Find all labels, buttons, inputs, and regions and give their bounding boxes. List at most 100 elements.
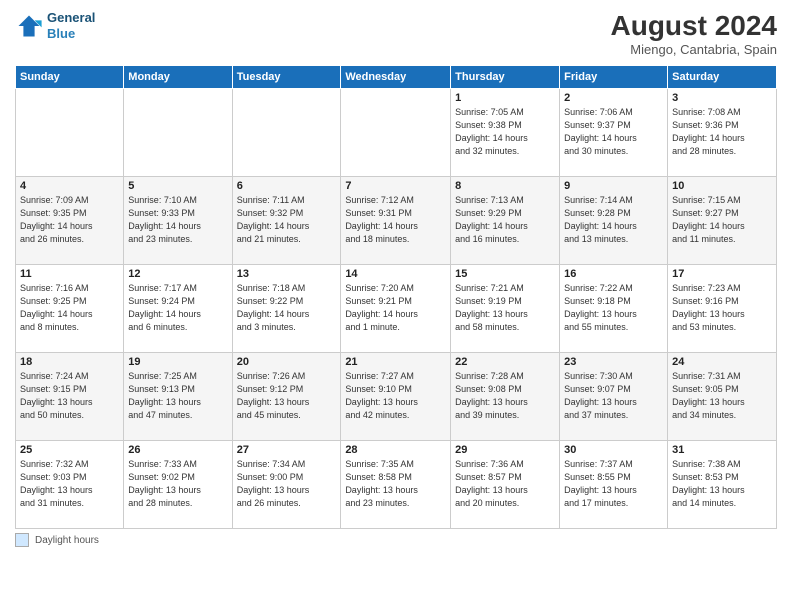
day-number: 31 <box>672 444 772 456</box>
header-row: SundayMondayTuesdayWednesdayThursdayFrid… <box>16 66 777 89</box>
day-number: 20 <box>237 356 337 368</box>
day-number: 2 <box>564 92 663 104</box>
calendar-header: SundayMondayTuesdayWednesdayThursdayFrid… <box>16 66 777 89</box>
day-info: Sunrise: 7:11 AM Sunset: 9:32 PM Dayligh… <box>237 194 337 246</box>
calendar-cell: 3Sunrise: 7:08 AM Sunset: 9:36 PM Daylig… <box>668 89 777 177</box>
header-cell-saturday: Saturday <box>668 66 777 89</box>
calendar-cell: 11 Sunrise: 7:16 AM Sunset: 9:25 PM Dayli… <box>16 265 124 353</box>
day-number: 13 <box>237 268 337 280</box>
calendar-cell: 30 Sunrise: 7:37 AM Sunset: 8:55 PM Dayli… <box>560 441 668 529</box>
day-number: 28 <box>345 444 446 456</box>
calendar-cell: 25 Sunrise: 7:32 AM Sunset: 9:03 PM Dayli… <box>16 441 124 529</box>
day-info: Sunrise: 7:24 AM Sunset: 9:15 PM Dayligh… <box>20 370 119 422</box>
day-info: Sunrise: 7:26 AM Sunset: 9:12 PM Dayligh… <box>237 370 337 422</box>
calendar-cell: 16Sunrise: 7:22 AM Sunset: 9:18 PM Dayli… <box>560 265 668 353</box>
day-info: Sunrise: 7:31 AM Sunset: 9:05 PM Dayligh… <box>672 370 772 422</box>
footer: Daylight hours <box>15 533 777 547</box>
day-info: Sunrise: 7:33 AM Sunset: 9:02 PM Dayligh… <box>128 458 227 510</box>
day-info: Sunrise: 7:20 AM Sunset: 9:21 PM Dayligh… <box>345 282 446 334</box>
day-info: Sunrise: 7:13 AM Sunset: 9:29 PM Dayligh… <box>455 194 555 246</box>
day-info: Sunrise: 7:37 AM Sunset: 8:55 PM Dayligh… <box>564 458 663 510</box>
day-info: Sunrise: 7:17 AM Sunset: 9:24 PM Dayligh… <box>128 282 227 334</box>
day-number: 26 <box>128 444 227 456</box>
day-number: 22 <box>455 356 555 368</box>
calendar-cell: 14Sunrise: 7:20 AM Sunset: 9:21 PM Dayli… <box>341 265 451 353</box>
day-info: Sunrise: 7:36 AM Sunset: 8:57 PM Dayligh… <box>455 458 555 510</box>
day-number: 23 <box>564 356 663 368</box>
day-number: 9 <box>564 180 663 192</box>
calendar-cell: 31 Sunrise: 7:38 AM Sunset: 8:53 PM Dayli… <box>668 441 777 529</box>
calendar-cell: 7Sunrise: 7:12 AM Sunset: 9:31 PM Daylig… <box>341 177 451 265</box>
day-number: 25 <box>20 444 119 456</box>
day-info: Sunrise: 7:12 AM Sunset: 9:31 PM Dayligh… <box>345 194 446 246</box>
day-number: 3 <box>672 92 772 104</box>
calendar-cell: 1 Sunrise: 7:05 AM Sunset: 9:38 PM Daylig… <box>451 89 560 177</box>
calendar-cell: 13 Sunrise: 7:18 AM Sunset: 9:22 PM Dayli… <box>232 265 341 353</box>
day-info: Sunrise: 7:16 AM Sunset: 9:25 PM Dayligh… <box>20 282 119 334</box>
calendar-cell: 19 Sunrise: 7:25 AM Sunset: 9:13 PM Dayli… <box>124 353 232 441</box>
calendar-cell: 28 Sunrise: 7:35 AM Sunset: 8:58 PM Dayli… <box>341 441 451 529</box>
day-info: Sunrise: 7:38 AM Sunset: 8:53 PM Dayligh… <box>672 458 772 510</box>
calendar-cell <box>341 89 451 177</box>
day-info: Sunrise: 7:35 AM Sunset: 8:58 PM Dayligh… <box>345 458 446 510</box>
logo-line2: Blue <box>47 26 75 41</box>
calendar-cell: 6Sunrise: 7:11 AM Sunset: 9:32 PM Daylig… <box>232 177 341 265</box>
calendar-cell: 2Sunrise: 7:06 AM Sunset: 9:37 PM Daylig… <box>560 89 668 177</box>
daylight-legend-label: Daylight hours <box>35 535 99 546</box>
day-number: 11 <box>20 268 119 280</box>
title-block: August 2024 Miengo, Cantabria, Spain <box>611 10 778 57</box>
calendar-cell: 29 Sunrise: 7:36 AM Sunset: 8:57 PM Dayli… <box>451 441 560 529</box>
day-info: Sunrise: 7:05 AM Sunset: 9:38 PM Dayligh… <box>455 106 555 158</box>
calendar-cell <box>232 89 341 177</box>
header-cell-monday: Monday <box>124 66 232 89</box>
day-number: 30 <box>564 444 663 456</box>
calendar-cell: 10 Sunrise: 7:15 AM Sunset: 9:27 PM Dayli… <box>668 177 777 265</box>
logo-line1: General <box>47 10 95 26</box>
day-info: Sunrise: 7:32 AM Sunset: 9:03 PM Dayligh… <box>20 458 119 510</box>
calendar-cell: 17Sunrise: 7:23 AM Sunset: 9:16 PM Dayli… <box>668 265 777 353</box>
location: Miengo, Cantabria, Spain <box>611 42 778 57</box>
day-number: 19 <box>128 356 227 368</box>
calendar-cell <box>16 89 124 177</box>
calendar-container: General Blue August 2024 Miengo, Cantabr… <box>0 0 792 612</box>
calendar-table: SundayMondayTuesdayWednesdayThursdayFrid… <box>15 65 777 529</box>
day-info: Sunrise: 7:27 AM Sunset: 9:10 PM Dayligh… <box>345 370 446 422</box>
day-number: 27 <box>237 444 337 456</box>
calendar-cell: 15Sunrise: 7:21 AM Sunset: 9:19 PM Dayli… <box>451 265 560 353</box>
calendar-cell: 8Sunrise: 7:13 AM Sunset: 9:29 PM Daylig… <box>451 177 560 265</box>
week-row-2: 4Sunrise: 7:09 AM Sunset: 9:35 PM Daylig… <box>16 177 777 265</box>
month-year: August 2024 <box>611 10 778 42</box>
calendar-cell: 24Sunrise: 7:31 AM Sunset: 9:05 PM Dayli… <box>668 353 777 441</box>
day-info: Sunrise: 7:22 AM Sunset: 9:18 PM Dayligh… <box>564 282 663 334</box>
day-info: Sunrise: 7:23 AM Sunset: 9:16 PM Dayligh… <box>672 282 772 334</box>
day-number: 21 <box>345 356 446 368</box>
header-cell-friday: Friday <box>560 66 668 89</box>
day-info: Sunrise: 7:25 AM Sunset: 9:13 PM Dayligh… <box>128 370 227 422</box>
calendar-cell: 27Sunrise: 7:34 AM Sunset: 9:00 PM Dayli… <box>232 441 341 529</box>
day-number: 29 <box>455 444 555 456</box>
day-info: Sunrise: 7:21 AM Sunset: 9:19 PM Dayligh… <box>455 282 555 334</box>
day-info: Sunrise: 7:14 AM Sunset: 9:28 PM Dayligh… <box>564 194 663 246</box>
calendar-cell: 21 Sunrise: 7:27 AM Sunset: 9:10 PM Dayli… <box>341 353 451 441</box>
day-info: Sunrise: 7:30 AM Sunset: 9:07 PM Dayligh… <box>564 370 663 422</box>
logo: General Blue <box>15 10 95 41</box>
calendar-cell: 18Sunrise: 7:24 AM Sunset: 9:15 PM Dayli… <box>16 353 124 441</box>
header-cell-wednesday: Wednesday <box>341 66 451 89</box>
day-number: 1 <box>455 92 555 104</box>
week-row-5: 25 Sunrise: 7:32 AM Sunset: 9:03 PM Dayli… <box>16 441 777 529</box>
day-info: Sunrise: 7:15 AM Sunset: 9:27 PM Dayligh… <box>672 194 772 246</box>
day-info: Sunrise: 7:18 AM Sunset: 9:22 PM Dayligh… <box>237 282 337 334</box>
calendar-cell <box>124 89 232 177</box>
header-cell-tuesday: Tuesday <box>232 66 341 89</box>
header: General Blue August 2024 Miengo, Cantabr… <box>15 10 777 57</box>
week-row-1: 1 Sunrise: 7:05 AM Sunset: 9:38 PM Daylig… <box>16 89 777 177</box>
day-info: Sunrise: 7:10 AM Sunset: 9:33 PM Dayligh… <box>128 194 227 246</box>
day-info: Sunrise: 7:09 AM Sunset: 9:35 PM Dayligh… <box>20 194 119 246</box>
week-row-4: 18Sunrise: 7:24 AM Sunset: 9:15 PM Dayli… <box>16 353 777 441</box>
day-number: 10 <box>672 180 772 192</box>
calendar-cell: 23 Sunrise: 7:30 AM Sunset: 9:07 PM Dayli… <box>560 353 668 441</box>
logo-text: General Blue <box>47 10 95 41</box>
calendar-cell: 22Sunrise: 7:28 AM Sunset: 9:08 PM Dayli… <box>451 353 560 441</box>
day-number: 12 <box>128 268 227 280</box>
header-cell-sunday: Sunday <box>16 66 124 89</box>
